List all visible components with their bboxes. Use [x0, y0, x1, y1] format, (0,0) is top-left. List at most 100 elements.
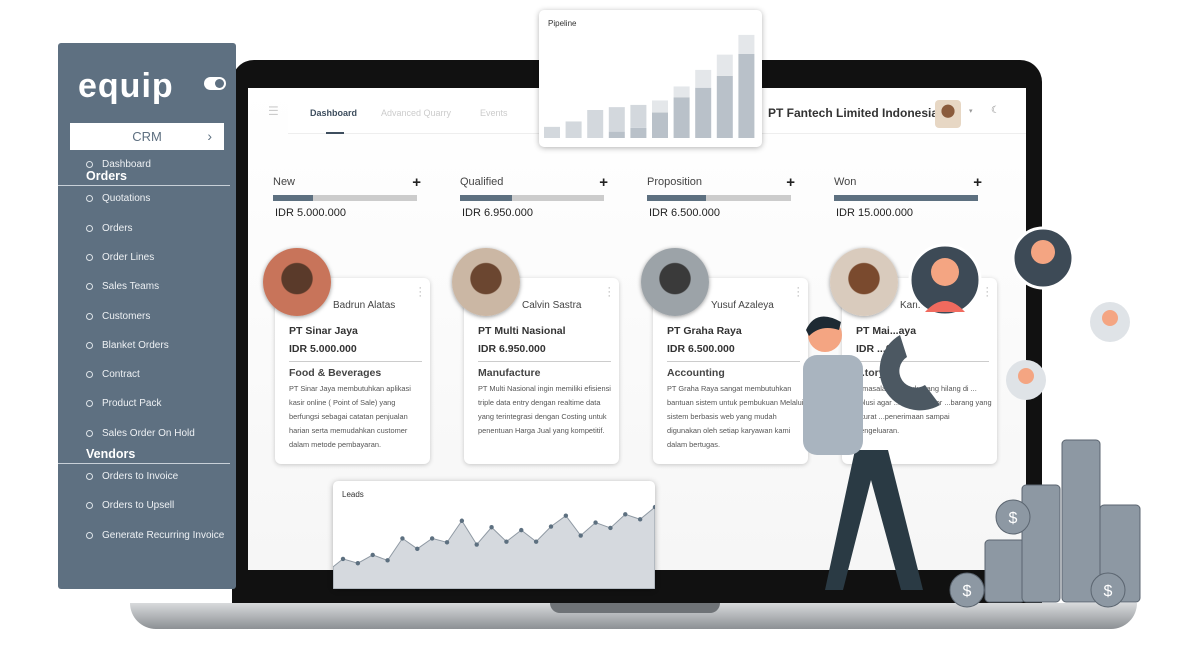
pipeline-bar [738, 54, 755, 138]
tab-events[interactable]: Events [480, 108, 508, 118]
sidebar-item[interactable]: Orders to Upsell [86, 500, 174, 511]
bullet-icon [86, 429, 93, 437]
sidebar-toggle[interactable] [204, 77, 226, 90]
tab-advanced-quarry[interactable]: Advanced Quarry [381, 108, 451, 118]
pipeline-bar [630, 127, 647, 138]
pipeline-bar [608, 107, 625, 132]
pipeline-bar [565, 121, 582, 138]
contact-photo [452, 248, 520, 316]
leads-chart-card: Leads [333, 481, 655, 589]
divider [58, 463, 230, 464]
stage-label: Proposition [647, 176, 703, 188]
leads-point [444, 540, 450, 545]
sidebar-section-title: Orders [86, 169, 127, 184]
sidebar-item[interactable]: Sales Teams [86, 281, 159, 292]
sidebar: equip CRM › Dashboard Orders Quotations Orde… [58, 43, 236, 589]
leads-point [459, 518, 465, 523]
deal-value: IDR 5.000.000 [289, 343, 357, 355]
stage-progress [460, 195, 604, 201]
sidebar-item[interactable]: Generate Recurring Invoice [86, 530, 224, 541]
leads-point [533, 539, 539, 544]
sidebar-item[interactable]: Order Lines [86, 252, 154, 263]
industry: Food & Beverages [289, 367, 382, 379]
pipeline-bar [652, 100, 668, 113]
bullet-icon [86, 253, 93, 261]
leads-chart [333, 504, 655, 589]
opportunity-card[interactable]: Karl... · · · PT Mai...aya IDR ...000 ...tory.… [830, 248, 997, 464]
divider [289, 361, 422, 362]
leads-point [578, 533, 583, 538]
sidebar-item[interactable]: Blanket Orders [86, 340, 169, 351]
add-icon[interactable]: + [973, 174, 982, 191]
sidebar-item-label: Product Pack [102, 398, 162, 410]
add-icon[interactable]: + [599, 174, 608, 191]
sidebar-item[interactable]: Orders to Invoice [86, 471, 178, 482]
leads-point [548, 524, 554, 529]
stage-amount: IDR 15.000.000 [836, 207, 914, 219]
divider [856, 361, 989, 362]
pipeline-bar [695, 69, 712, 88]
more-vertical-icon[interactable]: · · · [418, 283, 422, 302]
sidebar-item-label: Generate Recurring Invoice [102, 529, 225, 541]
leads-point [340, 556, 346, 562]
sidebar-item-label: Sales Teams [102, 281, 160, 293]
deal-value: IDR 6.500.000 [667, 343, 735, 355]
bullet-icon [86, 400, 93, 408]
industry: Accounting [667, 367, 725, 379]
user-avatar[interactable] [935, 100, 961, 128]
description: PT Sinar Jaya membutuhkan aplikasi kasir… [289, 384, 411, 449]
leads-point [400, 536, 405, 541]
company-name: PT Mai...aya [856, 325, 917, 337]
module-label: CRM [132, 129, 162, 144]
opportunity-card[interactable]: Yusuf Azaleya · · · PT Graha Raya IDR 6.500.0… [641, 248, 808, 464]
add-icon[interactable]: + [786, 174, 795, 191]
leads-point [608, 525, 613, 531]
pipeline-bar [673, 86, 690, 98]
sidebar-item[interactable]: Orders [86, 223, 133, 234]
opportunity-card[interactable]: Calvin Sastra · · · PT Multi Nasional IDR 6.9… [452, 248, 619, 464]
contact-name: Karl... [900, 300, 927, 311]
description: PT Graha Raya sangat membutuhkan bantuan… [667, 384, 804, 449]
more-vertical-icon[interactable]: · · · [796, 283, 800, 302]
sidebar-item-label: Order Lines [102, 251, 155, 263]
leads-point [370, 552, 375, 558]
pipeline-bar [608, 131, 625, 138]
leads-point [474, 542, 479, 547]
more-vertical-icon[interactable]: · · · [985, 283, 989, 302]
sidebar-item-label: Sales Order On Hold [102, 427, 195, 439]
pipeline-bar [738, 34, 755, 54]
moon-icon[interactable]: ☾ [991, 105, 1000, 116]
module-selector[interactable]: CRM › [70, 123, 224, 150]
opportunity-card[interactable]: Badrun Alatas · · · PT Sinar Jaya IDR 5.000.0… [263, 248, 430, 464]
hamburger-icon[interactable]: ☰ [268, 104, 279, 118]
leads-point [489, 525, 494, 530]
deal-value: IDR ...000 [856, 343, 904, 355]
sidebar-item[interactable]: Customers [86, 311, 150, 322]
pipeline-bar [652, 112, 668, 138]
sidebar-item-label: Orders to Upsell [102, 500, 175, 512]
sidebar-item-label: Orders [102, 222, 133, 234]
sidebar-item-label: Quotations [102, 193, 151, 205]
bullet-icon [86, 195, 93, 203]
sidebar-item[interactable]: Quotations [86, 193, 150, 204]
add-icon[interactable]: + [412, 174, 421, 191]
bullet-icon [86, 531, 93, 539]
bullet-icon [86, 312, 93, 320]
sidebar-item[interactable]: Sales Order On Hold [86, 428, 195, 439]
sidebar-item[interactable]: Product Pack [86, 398, 161, 409]
chevron-down-icon[interactable]: ▾ [969, 107, 973, 115]
divider [667, 361, 800, 362]
contact-photo [263, 248, 331, 316]
pipeline-bar [716, 75, 733, 138]
tab-dashboard[interactable]: Dashboard [310, 108, 357, 118]
bullet-icon [86, 502, 93, 510]
more-vertical-icon[interactable]: · · · [607, 283, 611, 302]
stage-progress [647, 195, 791, 201]
bullet-icon [86, 371, 93, 379]
stage-progress [273, 195, 417, 201]
description: PT Multi Nasional ingin memiliki efisien… [478, 384, 611, 435]
pipeline-stage: Won + IDR 15.000.000 [834, 174, 982, 219]
contact-name: Calvin Sastra [522, 300, 582, 311]
sidebar-item-label: Customers [102, 310, 151, 322]
sidebar-item[interactable]: Contract [86, 369, 140, 380]
